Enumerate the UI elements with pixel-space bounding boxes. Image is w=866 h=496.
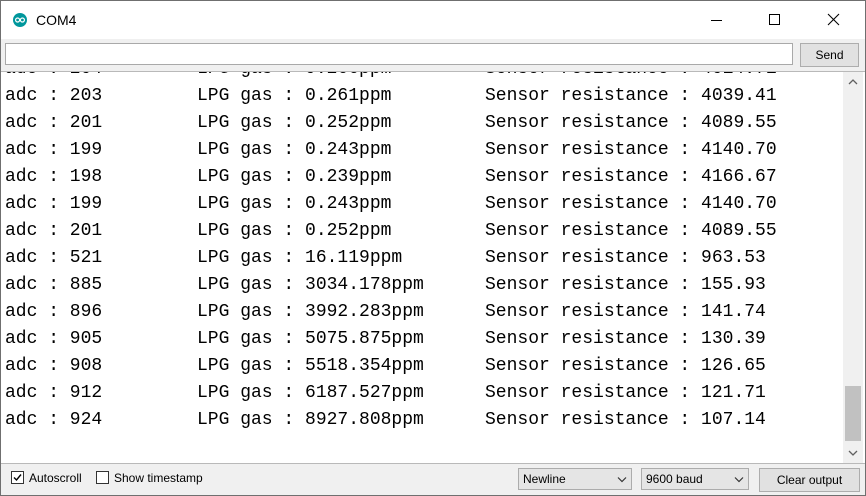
output-line: adc : 204LPG gas : 0.266ppmSensor resist… bbox=[5, 72, 777, 83]
lpg-reading: LPG gas : 5075.875ppm bbox=[197, 329, 424, 349]
status-bar: Autoscroll Show timestamp Newline 9600 b… bbox=[1, 464, 865, 495]
autoscroll-label[interactable]: Autoscroll bbox=[29, 471, 82, 485]
adc-reading: adc : 201 bbox=[5, 221, 103, 241]
clear-output-button[interactable]: Clear output bbox=[759, 468, 860, 492]
lpg-reading: LPG gas : 8927.808ppm bbox=[197, 410, 424, 430]
lpg-reading: LPG gas : 0.266ppm bbox=[197, 72, 485, 83]
adc-reading: adc : 896 bbox=[5, 302, 103, 322]
show-timestamp-checkbox[interactable] bbox=[96, 471, 109, 484]
send-input[interactable] bbox=[5, 43, 793, 65]
lpg-reading: LPG gas : 0.261ppm bbox=[197, 86, 392, 106]
output-line: adc : 912 LPG gas : 6187.527ppm Sensor res… bbox=[5, 380, 777, 407]
line-ending-value: Newline bbox=[523, 472, 566, 486]
output-line: adc : 905 LPG gas : 5075.875ppm Sensor res… bbox=[5, 326, 777, 353]
adc-reading: adc : 203 bbox=[5, 86, 103, 106]
scroll-up-button[interactable] bbox=[843, 72, 863, 92]
autoscroll-checkbox[interactable] bbox=[11, 471, 24, 484]
adc-reading: adc : 912 bbox=[5, 383, 103, 403]
send-bar: Send bbox=[1, 39, 865, 71]
output-line: adc : 924 LPG gas : 8927.808ppm Sensor res… bbox=[5, 407, 777, 434]
adc-reading: adc : 521 bbox=[5, 248, 103, 268]
maximize-icon bbox=[769, 14, 780, 25]
adc-reading: adc : 198 bbox=[5, 167, 103, 187]
scrollbar-thumb[interactable] bbox=[845, 386, 861, 441]
sensor-resistance-reading: Sensor resistance : 155.93 bbox=[485, 275, 766, 295]
adc-reading: adc : 905 bbox=[5, 329, 103, 349]
title-bar: COM4 bbox=[1, 1, 865, 39]
output-line: adc : 201 LPG gas : 0.252ppm Sensor resist… bbox=[5, 218, 777, 245]
minimize-icon bbox=[711, 20, 722, 21]
chevron-down-icon bbox=[617, 477, 627, 483]
line-ending-select[interactable]: Newline bbox=[518, 468, 632, 490]
send-button[interactable]: Send bbox=[800, 43, 859, 67]
adc-reading: adc : 204 bbox=[5, 72, 197, 83]
sensor-resistance-reading: Sensor resistance : 4140.70 bbox=[485, 140, 777, 160]
baud-rate-select[interactable]: 9600 baud bbox=[641, 468, 749, 490]
adc-reading: adc : 924 bbox=[5, 410, 103, 430]
lpg-reading: LPG gas : 0.239ppm bbox=[197, 167, 392, 187]
sensor-resistance-reading: Sensor resistance : 4014.71 bbox=[485, 72, 777, 83]
lpg-reading: LPG gas : 0.243ppm bbox=[197, 140, 392, 160]
output-line: adc : 198 LPG gas : 0.239ppm Sensor resist… bbox=[5, 164, 777, 191]
adc-reading: adc : 885 bbox=[5, 275, 103, 295]
baud-rate-value: 9600 baud bbox=[646, 472, 703, 486]
lpg-reading: LPG gas : 3992.283ppm bbox=[197, 302, 424, 322]
output-line: adc : 885 LPG gas : 3034.178ppm Sensor res… bbox=[5, 272, 777, 299]
adc-reading: adc : 201 bbox=[5, 113, 103, 133]
output-lines: adc : 204LPG gas : 0.266ppmSensor resist… bbox=[5, 72, 777, 434]
scroll-up-icon bbox=[848, 79, 858, 85]
lpg-reading: LPG gas : 3034.178ppm bbox=[197, 275, 424, 295]
sensor-resistance-reading: Sensor resistance : 130.39 bbox=[485, 329, 766, 349]
sensor-resistance-reading: Sensor resistance : 4089.55 bbox=[485, 221, 777, 241]
output-line: adc : 908 LPG gas : 5518.354ppm Sensor res… bbox=[5, 353, 777, 380]
sensor-resistance-reading: Sensor resistance : 4166.67 bbox=[485, 167, 777, 187]
output-line: adc : 199 LPG gas : 0.243ppm Sensor resist… bbox=[5, 137, 777, 164]
sensor-resistance-reading: Sensor resistance : 963.53 bbox=[485, 248, 766, 268]
output-line: adc : 201 LPG gas : 0.252ppm Sensor resist… bbox=[5, 110, 777, 137]
sensor-resistance-reading: Sensor resistance : 4140.70 bbox=[485, 194, 777, 214]
output-line: adc : 199 LPG gas : 0.243ppm Sensor resist… bbox=[5, 191, 777, 218]
scroll-down-button[interactable] bbox=[843, 443, 863, 463]
vertical-scrollbar[interactable] bbox=[843, 72, 863, 463]
sensor-resistance-reading: Sensor resistance : 107.14 bbox=[485, 410, 766, 430]
serial-output[interactable]: adc : 204LPG gas : 0.266ppmSensor resist… bbox=[1, 71, 865, 464]
lpg-reading: LPG gas : 16.119ppm bbox=[197, 248, 403, 268]
minimize-button[interactable] bbox=[694, 1, 740, 39]
lpg-reading: LPG gas : 6187.527ppm bbox=[197, 383, 424, 403]
arduino-logo-icon bbox=[13, 13, 27, 27]
scroll-down-icon bbox=[848, 450, 858, 456]
chevron-down-icon bbox=[734, 477, 744, 483]
output-line: adc : 521 LPG gas : 16.119ppm Sensor resis… bbox=[5, 245, 777, 272]
maximize-button[interactable] bbox=[752, 1, 798, 39]
lpg-reading: LPG gas : 0.252ppm bbox=[197, 221, 392, 241]
show-timestamp-label[interactable]: Show timestamp bbox=[114, 471, 203, 485]
checkmark-icon bbox=[13, 474, 22, 482]
lpg-reading: LPG gas : 0.252ppm bbox=[197, 113, 392, 133]
close-icon bbox=[827, 13, 840, 26]
close-button[interactable] bbox=[811, 1, 857, 39]
window-title: COM4 bbox=[36, 12, 77, 28]
lpg-reading: LPG gas : 5518.354ppm bbox=[197, 356, 424, 376]
adc-reading: adc : 199 bbox=[5, 140, 103, 160]
sensor-resistance-reading: Sensor resistance : 126.65 bbox=[485, 356, 766, 376]
sensor-resistance-reading: Sensor resistance : 4089.55 bbox=[485, 113, 777, 133]
adc-reading: adc : 199 bbox=[5, 194, 103, 214]
lpg-reading: LPG gas : 0.243ppm bbox=[197, 194, 392, 214]
output-line: adc : 896 LPG gas : 3992.283ppm Sensor res… bbox=[5, 299, 777, 326]
serial-monitor-window: COM4 Send adc : 204LPG gas : 0.266ppmSen… bbox=[0, 0, 866, 496]
adc-reading: adc : 908 bbox=[5, 356, 103, 376]
sensor-resistance-reading: Sensor resistance : 4039.41 bbox=[485, 86, 777, 106]
output-line: adc : 203 LPG gas : 0.261ppm Sensor resist… bbox=[5, 83, 777, 110]
sensor-resistance-reading: Sensor resistance : 141.74 bbox=[485, 302, 766, 322]
sensor-resistance-reading: Sensor resistance : 121.71 bbox=[485, 383, 766, 403]
